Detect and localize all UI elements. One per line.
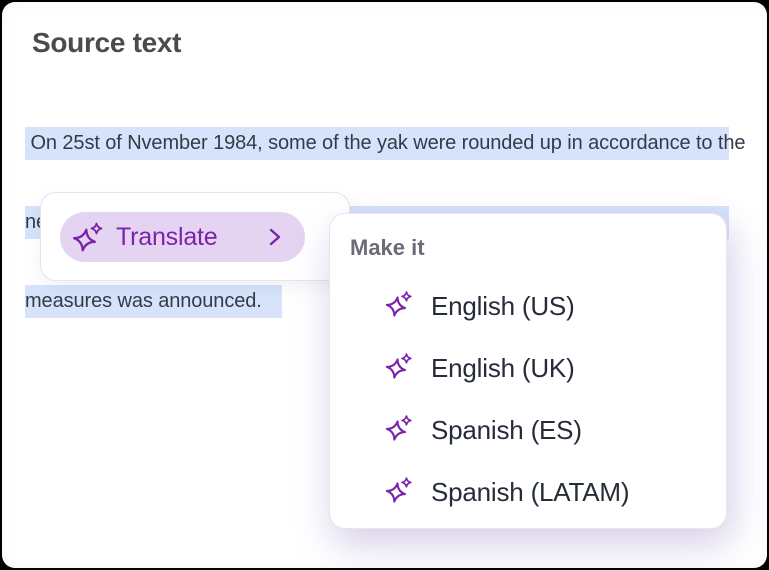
screen: Source text On 25st of Nvember 1984, som… xyxy=(2,2,767,568)
sparkle-icon xyxy=(385,475,413,510)
translate-toolbar: Translate xyxy=(40,192,350,281)
chevron-right-icon xyxy=(265,225,285,249)
translate-button-label: Translate xyxy=(116,222,218,251)
make-it-menu-list: English (US) English (UK) Spanish (ES) S… xyxy=(330,275,726,523)
menu-item-label: Spanish (LATAM) xyxy=(431,476,630,507)
sparkle-icon xyxy=(385,413,413,448)
source-text-line-3-highlight: measures was announced. xyxy=(25,285,282,318)
make-it-menu: Make it English (US) English (UK) Spanis… xyxy=(329,213,727,529)
sparkle-icon xyxy=(72,220,104,255)
menu-item-spanish-es[interactable]: Spanish (ES) xyxy=(330,399,726,461)
screenshot-stage: Source text On 25st of Nvember 1984, som… xyxy=(0,0,769,570)
menu-item-english-us[interactable]: English (US) xyxy=(330,275,726,337)
source-text-heading: Source text xyxy=(32,27,182,58)
source-text-line-1: On 25st of Nvember 1984, some of the yak… xyxy=(25,127,746,160)
menu-item-label: Spanish (ES) xyxy=(431,414,582,445)
sparkle-icon xyxy=(385,351,413,386)
make-it-menu-header: Make it xyxy=(350,235,425,260)
translate-button[interactable]: Translate xyxy=(60,212,305,262)
menu-item-label: English (US) xyxy=(431,290,575,321)
menu-item-english-uk[interactable]: English (UK) xyxy=(330,337,726,399)
sparkle-icon xyxy=(385,289,413,324)
menu-item-spanish-latam[interactable]: Spanish (LATAM) xyxy=(330,461,726,523)
menu-item-label: English (UK) xyxy=(431,352,575,383)
